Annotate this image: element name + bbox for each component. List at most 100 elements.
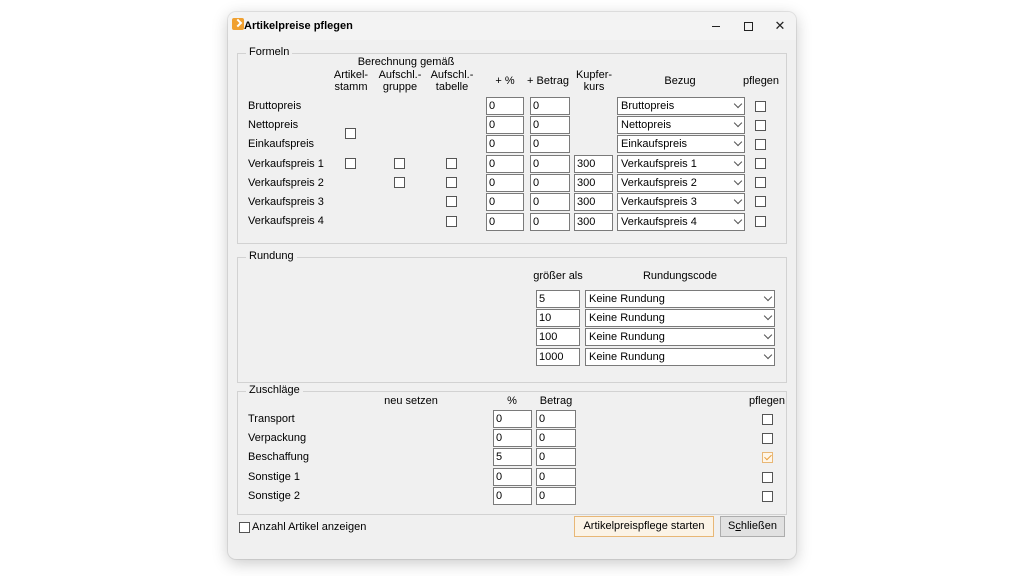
einkaufspreis-bezug-value: Einkaufspreis xyxy=(621,138,688,150)
nettopreis-bezug-value: Nettopreis xyxy=(621,119,672,131)
vk1-pct-input[interactable]: 0 xyxy=(486,155,524,173)
bruttopreis-betrag-input[interactable]: 0 xyxy=(530,97,570,115)
vk2-pct-input[interactable]: 0 xyxy=(486,174,524,192)
window-title: Artikelpreise pflegen xyxy=(244,20,353,32)
header-aufschl-tabelle-line1: Aufschl.- xyxy=(430,69,474,81)
chevron-down-icon xyxy=(733,118,743,128)
chevron-down-icon xyxy=(763,292,773,302)
sonstige1-pct-input[interactable]: 0 xyxy=(493,468,532,486)
title-bar: Artikelpreise pflegen ✕ xyxy=(228,12,796,40)
vk2-bezug-select[interactable]: Verkaufspreis 2 xyxy=(617,174,745,192)
row-label-verkaufspreis-3: Verkaufspreis 3 xyxy=(248,196,324,208)
einkaufspreis-betrag-input[interactable]: 0 xyxy=(530,135,570,153)
vk3-pct-input[interactable]: 0 xyxy=(486,193,524,211)
vk1-aufschl-tabelle-checkbox[interactable] xyxy=(446,158,457,169)
header-pflegen: pflegen xyxy=(742,75,780,87)
rundung-value-input-3[interactable]: 100 xyxy=(536,328,580,346)
vk4-betrag-input[interactable]: 0 xyxy=(530,213,570,231)
maximize-button[interactable] xyxy=(732,16,764,36)
beschaffung-betrag-input[interactable]: 0 xyxy=(536,448,576,466)
verpackung-pflegen-checkbox[interactable] xyxy=(762,433,773,444)
chevron-down-icon xyxy=(733,215,743,225)
sonstige1-betrag-input[interactable]: 0 xyxy=(536,468,576,486)
zuschlag-label-beschaffung: Beschaffung xyxy=(248,451,309,463)
verpackung-pct-input[interactable]: 0 xyxy=(493,429,532,447)
row-label-nettopreis: Nettopreis xyxy=(248,119,299,131)
vk1-aufschl-gruppe-checkbox[interactable] xyxy=(394,158,405,169)
beschaffung-pct-input[interactable]: 5 xyxy=(493,448,532,466)
anzahl-artikel-label[interactable]: Anzahl Artikel anzeigen xyxy=(252,521,366,533)
rundung-value-input-2[interactable]: 10 xyxy=(536,309,580,327)
vk2-aufschl-tabelle-checkbox[interactable] xyxy=(446,177,457,188)
sonstige2-pflegen-checkbox[interactable] xyxy=(762,491,773,502)
header-kupferkurs: Kupfer- kurs xyxy=(573,69,615,93)
rundung-code-select-2[interactable]: Keine Rundung xyxy=(585,309,775,327)
rundung-value-input-4[interactable]: 1000 xyxy=(536,348,580,366)
einkaufspreis-pflegen-checkbox[interactable] xyxy=(755,139,766,150)
vk1-bezug-select[interactable]: Verkaufspreis 1 xyxy=(617,155,745,173)
header-aufschl-tabelle-line2: tabelle xyxy=(435,81,469,93)
chevron-down-icon xyxy=(733,157,743,167)
header-aufschl-gruppe: Aufschl.- gruppe xyxy=(376,69,424,93)
rundung-code-value-1: Keine Rundung xyxy=(589,293,665,305)
vk4-kupfer-input[interactable]: 300 xyxy=(574,213,613,231)
vk4-bezug-value: Verkaufspreis 4 xyxy=(621,216,697,228)
nettopreis-pflegen-checkbox[interactable] xyxy=(755,120,766,131)
start-preispflege-button[interactable]: Artikelpreispflege starten xyxy=(574,516,714,537)
bruttopreis-bezug-select[interactable]: Bruttopreis xyxy=(617,97,745,115)
header-zuschlag-pct: % xyxy=(507,395,517,407)
bruttopreis-pflegen-checkbox[interactable] xyxy=(755,101,766,112)
vk1-bezug-value: Verkaufspreis 1 xyxy=(621,158,697,170)
vk2-betrag-input[interactable]: 0 xyxy=(530,174,570,192)
header-groesser-als: größer als xyxy=(533,270,583,282)
minimize-button[interactable] xyxy=(700,16,732,36)
rundung-value-input-1[interactable]: 5 xyxy=(536,290,580,308)
rundung-code-select-4[interactable]: Keine Rundung xyxy=(585,348,775,366)
vk3-kupfer-input[interactable]: 300 xyxy=(574,193,613,211)
einkaufspreis-pct-input[interactable]: 0 xyxy=(486,135,524,153)
vk2-aufschl-gruppe-checkbox[interactable] xyxy=(394,177,405,188)
vk1-artikelstamm-checkbox[interactable] xyxy=(345,158,356,169)
rundung-code-select-1[interactable]: Keine Rundung xyxy=(585,290,775,308)
verpackung-betrag-input[interactable]: 0 xyxy=(536,429,576,447)
nettopreis-pct-input[interactable]: 0 xyxy=(486,116,524,134)
sonstige1-pflegen-checkbox[interactable] xyxy=(762,472,773,483)
nettopreis-betrag-input[interactable]: 0 xyxy=(530,116,570,134)
header-neu-setzen: neu setzen xyxy=(384,395,438,407)
vk3-pflegen-checkbox[interactable] xyxy=(755,196,766,207)
artikelstamm-checkbox[interactable] xyxy=(345,128,356,139)
transport-pct-input[interactable]: 0 xyxy=(493,410,532,428)
vk4-aufschl-tabelle-checkbox[interactable] xyxy=(446,216,457,227)
header-kupferkurs-line1: Kupfer- xyxy=(575,69,613,81)
transport-pflegen-checkbox[interactable] xyxy=(762,414,773,425)
header-aufschl-gruppe-line1: Aufschl.- xyxy=(378,69,422,81)
schliessen-label-rest: hließen xyxy=(740,520,777,532)
vk1-betrag-input[interactable]: 0 xyxy=(530,155,570,173)
vk3-aufschl-tabelle-checkbox[interactable] xyxy=(446,196,457,207)
vk4-pct-input[interactable]: 0 xyxy=(486,213,524,231)
einkaufspreis-bezug-select[interactable]: Einkaufspreis xyxy=(617,135,745,153)
header-zuschlag-pflegen: pflegen xyxy=(748,395,786,407)
beschaffung-pflegen-checkbox[interactable] xyxy=(762,452,773,463)
vk4-bezug-select[interactable]: Verkaufspreis 4 xyxy=(617,213,745,231)
transport-betrag-input[interactable]: 0 xyxy=(536,410,576,428)
vk1-pflegen-checkbox[interactable] xyxy=(755,158,766,169)
bruttopreis-pct-input[interactable]: 0 xyxy=(486,97,524,115)
anzahl-artikel-checkbox[interactable] xyxy=(239,522,250,533)
rundung-code-select-3[interactable]: Keine Rundung xyxy=(585,328,775,346)
vk2-kupfer-input[interactable]: 300 xyxy=(574,174,613,192)
vk3-bezug-select[interactable]: Verkaufspreis 3 xyxy=(617,193,745,211)
vk4-pflegen-checkbox[interactable] xyxy=(755,216,766,227)
close-window-button[interactable]: ✕ xyxy=(764,16,796,36)
sonstige2-pct-input[interactable]: 0 xyxy=(493,487,532,505)
schliessen-button[interactable]: Schließen xyxy=(720,516,785,537)
rundung-title: Rundung xyxy=(246,250,297,262)
sonstige2-betrag-input[interactable]: 0 xyxy=(536,487,576,505)
chevron-down-icon xyxy=(733,137,743,147)
vk1-kupfer-input[interactable]: 300 xyxy=(574,155,613,173)
header-berechnung: Berechnung gemäß xyxy=(357,56,455,68)
vk3-betrag-input[interactable]: 0 xyxy=(530,193,570,211)
vk2-pflegen-checkbox[interactable] xyxy=(755,177,766,188)
row-label-verkaufspreis-1: Verkaufspreis 1 xyxy=(248,158,324,170)
nettopreis-bezug-select[interactable]: Nettopreis xyxy=(617,116,745,134)
